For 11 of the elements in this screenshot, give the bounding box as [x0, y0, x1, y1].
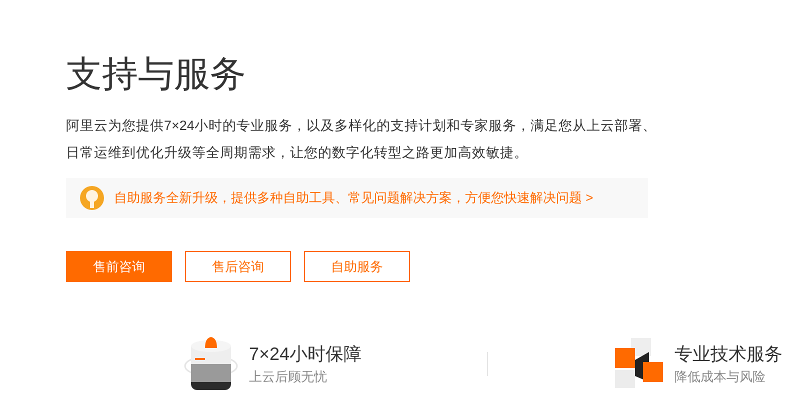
page-title: 支持与服务: [66, 52, 247, 96]
notice-banner[interactable]: 自助服务全新升级，提供多种自助工具、常见问题解决方案，方便您快速解决问题 >: [66, 178, 648, 218]
consult-button[interactable]: 售后咨询: [185, 251, 291, 282]
feature-title: 7×24小时保障: [249, 343, 362, 366]
feature-title: 专业技术服务: [674, 343, 783, 366]
consult-button[interactable]: 售前咨询: [66, 251, 172, 282]
feature-subtitle: 降低成本与风险: [674, 368, 767, 386]
consult-button[interactable]: 自助服务: [304, 251, 410, 282]
notice-text: 自助服务全新升级，提供多种自助工具、常见问题解决方案，方便您快速解决问题 >: [114, 189, 594, 208]
feature-subtitle: 上云后顾无忧: [249, 368, 328, 386]
description: 阿里云为您提供7×24小时的专业服务，以及多样化的支持计划和专家服务，满足您从上云部署、日常运维到优化升级等全周期需求，让您的数字化转型之路更加高效敏捷。: [66, 117, 658, 162]
